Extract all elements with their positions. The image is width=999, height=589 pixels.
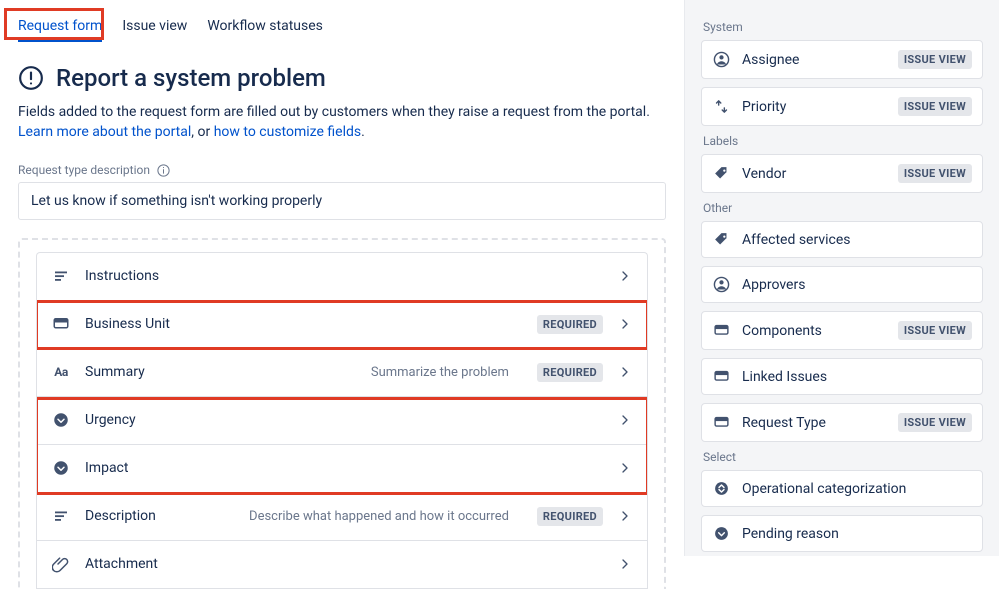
- required-badge: REQUIRED: [537, 363, 603, 382]
- field-row-urgency[interactable]: Urgency: [37, 397, 647, 445]
- link-customize-fields[interactable]: how to customize fields: [214, 124, 361, 140]
- field-row-business-unit[interactable]: Business Unit REQUIRED: [37, 301, 647, 349]
- form-icon: [712, 368, 730, 385]
- card-assignee[interactable]: Assignee ISSUE VIEW: [701, 40, 983, 79]
- select-icon: [712, 525, 730, 542]
- issue-view-badge: ISSUE VIEW: [898, 50, 972, 69]
- link-learn-portal[interactable]: Learn more about the portal: [18, 124, 191, 140]
- field-row-attachment[interactable]: Attachment: [37, 541, 647, 589]
- form-icon: [51, 315, 71, 333]
- field-label: Business Unit: [85, 316, 170, 332]
- paperclip-icon: [51, 555, 71, 573]
- required-badge: REQUIRED: [537, 315, 603, 334]
- person-icon: [712, 276, 730, 293]
- field-row-summary[interactable]: Aa Summary Summarize the problem REQUIRE…: [37, 349, 647, 397]
- chevron-right-icon: [617, 460, 633, 476]
- select-icon: [51, 459, 71, 477]
- field-label: Urgency: [85, 412, 136, 428]
- card-label: Affected services: [742, 232, 972, 248]
- issue-view-badge: ISSUE VIEW: [898, 164, 972, 183]
- section-label-system: System: [703, 20, 983, 34]
- card-approvers[interactable]: Approvers: [701, 266, 983, 303]
- chevron-right-icon: [617, 556, 633, 572]
- main-column: Request form Issue view Workflow statuse…: [0, 0, 684, 556]
- field-hint: Describe what happened and how it occurr…: [249, 509, 509, 524]
- form-icon: [712, 322, 730, 339]
- chevron-right-icon: [617, 412, 633, 428]
- description-input[interactable]: Let us know if something isn't working p…: [18, 182, 666, 220]
- chevron-right-icon: [617, 508, 633, 524]
- chevron-right-icon: [617, 364, 633, 380]
- chevron-right-icon: [617, 316, 633, 332]
- field-label: Impact: [85, 460, 128, 476]
- field-label: Instructions: [85, 268, 159, 284]
- form-fields-dropzone: Instructions Business Unit REQUIRED Aa S…: [18, 238, 666, 589]
- tag-icon: [712, 165, 730, 182]
- intro-text: Fields added to the request form are fil…: [18, 102, 666, 143]
- form-icon: [712, 414, 730, 431]
- page-title: Report a system problem: [56, 64, 326, 92]
- section-label-select: Select: [703, 450, 983, 464]
- field-row-instructions[interactable]: Instructions: [37, 253, 647, 301]
- card-operational-categorization[interactable]: Operational categorization: [701, 470, 983, 507]
- field-label: Summary: [85, 364, 145, 380]
- field-label: Description: [85, 508, 156, 524]
- description-label: Request type description: [18, 163, 666, 178]
- card-label: Linked Issues: [742, 369, 972, 385]
- card-pending-reason[interactable]: Pending reason: [701, 515, 983, 552]
- updown-icon: [712, 98, 730, 115]
- lines-icon: [51, 267, 71, 285]
- field-label: Attachment: [85, 556, 158, 572]
- text-icon: Aa: [51, 365, 71, 379]
- field-row-impact[interactable]: Impact: [37, 445, 647, 493]
- lines-icon: [51, 507, 71, 525]
- card-components[interactable]: Components ISSUE VIEW: [701, 311, 983, 350]
- card-label: Vendor: [742, 166, 886, 182]
- field-row-description[interactable]: Description Describe what happened and h…: [37, 493, 647, 541]
- info-icon[interactable]: [156, 163, 171, 178]
- page-title-row: Report a system problem: [18, 64, 666, 92]
- tab-workflow-statuses[interactable]: Workflow statuses: [207, 18, 323, 42]
- card-label: Pending reason: [742, 526, 972, 542]
- card-request-type[interactable]: Request Type ISSUE VIEW: [701, 403, 983, 442]
- issue-view-badge: ISSUE VIEW: [898, 321, 972, 340]
- fields-sidebar: System Assignee ISSUE VIEW Priority ISSU…: [684, 0, 999, 556]
- card-label: Operational categorization: [742, 481, 972, 497]
- card-linked-issues[interactable]: Linked Issues: [701, 358, 983, 395]
- card-label: Assignee: [742, 52, 886, 68]
- card-priority[interactable]: Priority ISSUE VIEW: [701, 87, 983, 126]
- tabs: Request form Issue view Workflow statuse…: [18, 18, 666, 42]
- section-label-labels: Labels: [703, 134, 983, 148]
- card-label: Request Type: [742, 415, 886, 431]
- issue-view-badge: ISSUE VIEW: [898, 97, 972, 116]
- card-label: Approvers: [742, 277, 972, 293]
- issue-view-badge: ISSUE VIEW: [898, 413, 972, 432]
- chevron-right-icon: [617, 268, 633, 284]
- person-icon: [712, 51, 730, 68]
- section-label-other: Other: [703, 201, 983, 215]
- card-vendor[interactable]: Vendor ISSUE VIEW: [701, 154, 983, 193]
- card-affected-services[interactable]: Affected services: [701, 221, 983, 258]
- card-label: Components: [742, 323, 886, 339]
- required-badge: REQUIRED: [537, 507, 603, 526]
- form-fields-list: Instructions Business Unit REQUIRED Aa S…: [36, 252, 648, 589]
- select-icon: [51, 411, 71, 429]
- card-label: Priority: [742, 99, 886, 115]
- tag-icon: [712, 231, 730, 248]
- exclamation-icon: [18, 65, 44, 91]
- tab-request-form[interactable]: Request form: [18, 18, 102, 42]
- field-hint: Summarize the problem: [371, 365, 509, 380]
- double-select-icon: [712, 480, 730, 497]
- tab-issue-view[interactable]: Issue view: [122, 18, 187, 42]
